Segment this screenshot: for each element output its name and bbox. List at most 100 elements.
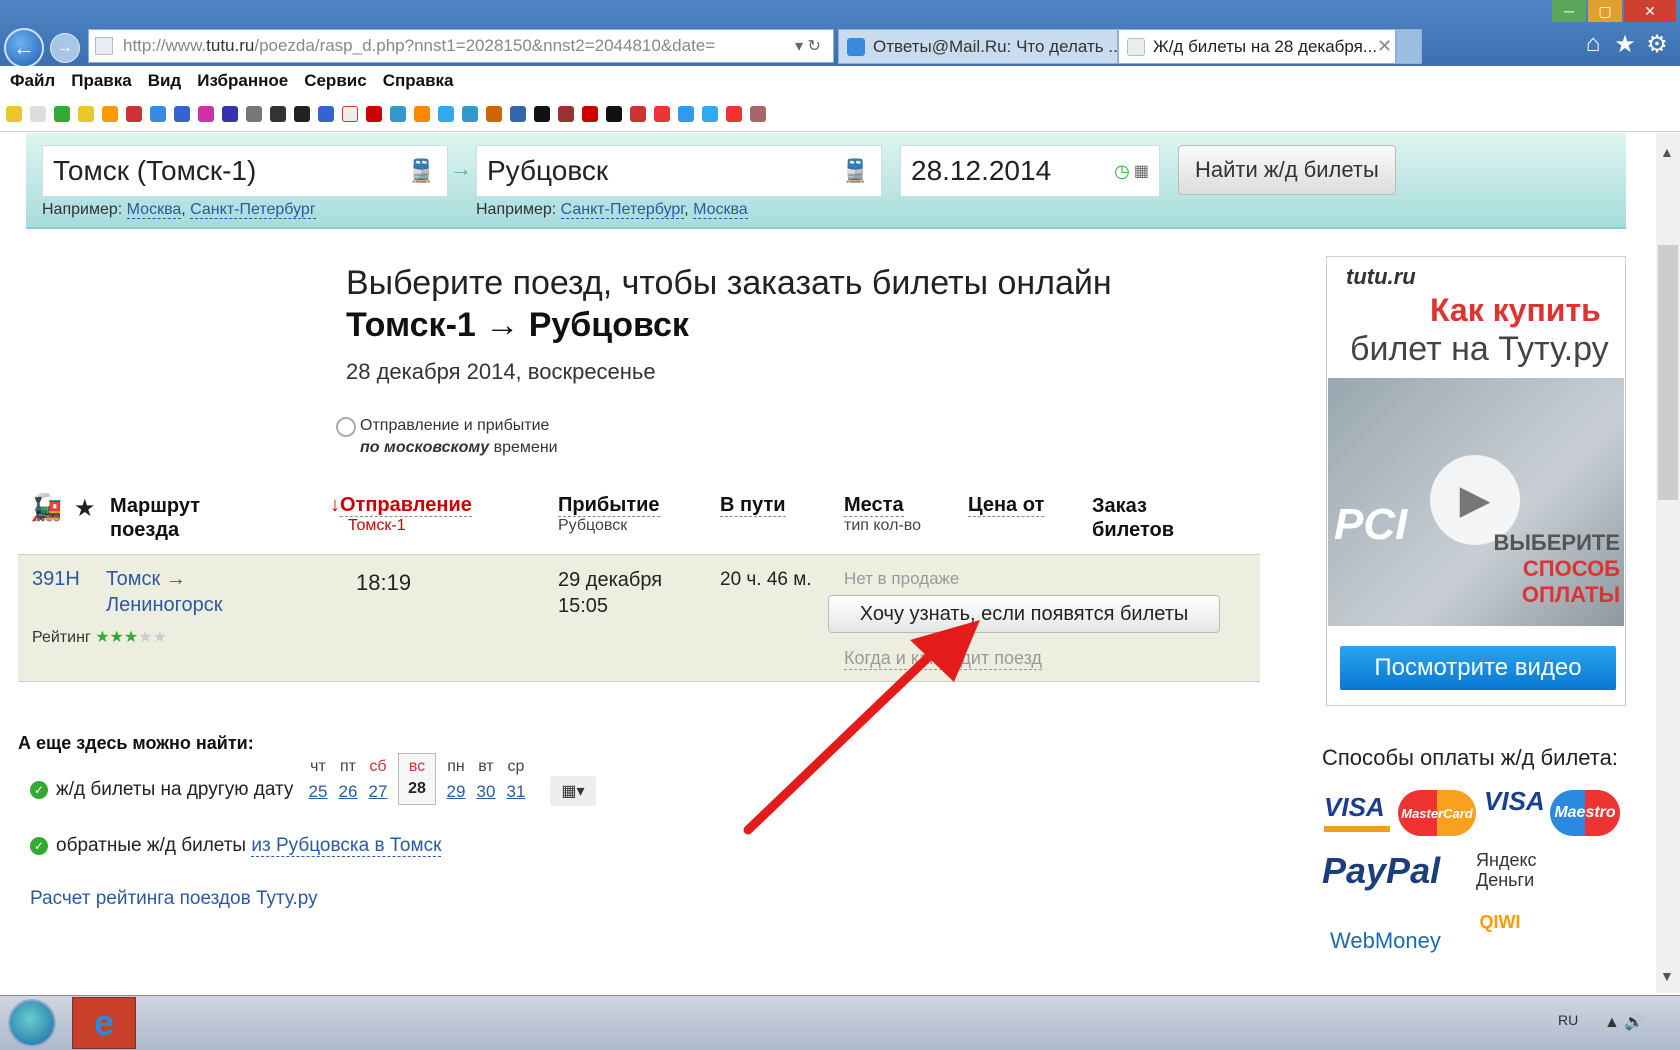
bookmark-icon[interactable]: [174, 105, 190, 122]
bookmark-icon[interactable]: [630, 105, 646, 122]
day-wed[interactable]: ср 31: [502, 758, 530, 802]
calendar-icon[interactable]: ▦: [1134, 161, 1149, 181]
bookmark-icon[interactable]: [150, 105, 166, 122]
bookmark-icon[interactable]: [198, 105, 214, 122]
bookmark-icon[interactable]: [414, 105, 430, 122]
find-tickets-button[interactable]: Найти ж/д билеты: [1178, 145, 1396, 195]
bookmark-icon[interactable]: [726, 105, 742, 122]
gear-icon[interactable]: ⚙: [1642, 30, 1672, 59]
watch-video-button[interactable]: Посмотрите видео: [1340, 646, 1616, 690]
col-seats[interactable]: Места тип кол-во: [844, 494, 921, 535]
bookmark-icon[interactable]: [654, 105, 670, 122]
bookmark-icon[interactable]: [30, 105, 46, 122]
bookmark-icon[interactable]: [54, 105, 70, 122]
ie-taskbar-icon[interactable]: e: [72, 997, 136, 1049]
bookmark-icon[interactable]: [270, 105, 286, 122]
forward-arrow-icon[interactable]: →: [50, 33, 80, 63]
col-departure[interactable]: ↓Отправление Томск-1: [330, 494, 472, 535]
day-fri[interactable]: пт 26: [334, 758, 362, 802]
to-station-input[interactable]: Рубцовск 🚆: [476, 145, 882, 197]
day-sat[interactable]: сб 27: [364, 758, 392, 802]
bookmark-icon[interactable]: [390, 105, 406, 122]
menu-favorites[interactable]: Избранное: [197, 71, 288, 91]
tab-tutu[interactable]: Ж/д билеты на 28 декабря... ✕: [1118, 29, 1396, 64]
col-duration-label: В пути: [720, 494, 786, 517]
bookmark-icon[interactable]: [510, 105, 526, 122]
route-from-link[interactable]: Томск →: [106, 568, 186, 590]
train-number-link[interactable]: 391Н: [32, 568, 80, 591]
bookmark-icon[interactable]: [102, 105, 118, 122]
bookmark-icon[interactable]: [702, 105, 718, 122]
day-number[interactable]: 26: [334, 782, 362, 802]
scrollbar-thumb[interactable]: [1658, 245, 1678, 500]
minimize-icon[interactable]: ─: [1552, 0, 1586, 22]
start-button[interactable]: [8, 999, 56, 1047]
language-indicator[interactable]: RU: [1558, 1012, 1578, 1028]
bookmark-icon[interactable]: [558, 105, 574, 122]
from-station-input[interactable]: Томск (Томск-1) 🚆: [42, 145, 448, 197]
menu-edit[interactable]: Правка: [71, 71, 131, 91]
bookmark-icon[interactable]: [78, 105, 94, 122]
back-arrow-icon[interactable]: ←: [4, 28, 44, 68]
col-arrival[interactable]: Прибытие Рубцовск: [558, 494, 660, 535]
more-section-title: А еще здесь можно найти:: [18, 733, 254, 753]
col-price[interactable]: Цена от: [968, 494, 1045, 517]
scroll-down-icon[interactable]: ▼: [1660, 968, 1674, 984]
clock-icon[interactable]: ◷: [1114, 161, 1130, 182]
maximize-icon[interactable]: ▢: [1588, 0, 1622, 22]
favorites-star-icon[interactable]: ★: [1610, 30, 1640, 59]
refresh-icon[interactable]: ▾ ↻: [783, 36, 833, 56]
bookmark-icon[interactable]: [222, 105, 238, 122]
bookmark-icon[interactable]: [462, 105, 478, 122]
day-number[interactable]: 25: [304, 782, 332, 802]
bookmark-icon[interactable]: [606, 105, 622, 122]
new-tab-button[interactable]: [1396, 29, 1422, 64]
to-hints: Например: Санкт-Петербург, Москва: [476, 201, 748, 219]
menu-view[interactable]: Вид: [148, 71, 182, 91]
ad-choose-1: ВЫБЕРИТЕ: [1493, 530, 1620, 555]
col-duration[interactable]: В пути: [720, 494, 786, 517]
bookmark-icon[interactable]: [318, 105, 334, 122]
day-number[interactable]: 27: [364, 782, 392, 802]
day-tue[interactable]: вт 30: [472, 758, 500, 802]
day-number[interactable]: 29: [442, 782, 470, 802]
home-icon[interactable]: ⌂: [1578, 30, 1608, 58]
hint-link-moscow[interactable]: Москва: [126, 201, 182, 219]
volume-icon[interactable]: ▲ 🔊: [1604, 1012, 1644, 1032]
bookmark-icon[interactable]: [486, 105, 502, 122]
close-window-icon[interactable]: ✕: [1624, 0, 1676, 22]
hint-link-spb[interactable]: Санкт-Петербург: [560, 201, 685, 219]
bookmark-icon[interactable]: [294, 105, 310, 122]
rating-calc-link[interactable]: Расчет рейтинга поездов Туту.ру: [30, 888, 318, 910]
day-thu[interactable]: чт 25: [304, 758, 332, 802]
bookmark-icon[interactable]: [126, 105, 142, 122]
address-bar[interactable]: http://www.tutu.ru/poezda/rasp_d.php?nns…: [88, 29, 834, 63]
scroll-up-icon[interactable]: ▲: [1660, 144, 1674, 160]
bookmark-icon[interactable]: [534, 105, 550, 122]
bookmark-icon[interactable]: [246, 105, 262, 122]
bookmark-icon[interactable]: [582, 105, 598, 122]
return-link[interactable]: из Рубцовска в Томск: [251, 835, 442, 857]
day-number[interactable]: 31: [502, 782, 530, 802]
col-seats-label: Места: [844, 494, 904, 517]
bookmark-icon[interactable]: [342, 105, 358, 122]
hint-link-spb[interactable]: Санкт-Петербург: [190, 201, 316, 219]
favorites-bar: [0, 96, 1680, 132]
menu-file[interactable]: Файл: [10, 71, 55, 91]
hint-link-moscow[interactable]: Москва: [693, 201, 748, 219]
menu-tools[interactable]: Сервис: [304, 71, 366, 91]
bookmark-icon[interactable]: [678, 105, 694, 122]
day-number[interactable]: 30: [472, 782, 500, 802]
calendar-dropdown-icon[interactable]: ▦▾: [550, 776, 596, 806]
favorites-star-icon[interactable]: [6, 105, 22, 122]
tab-mail-answers[interactable]: Ответы@Mail.Ru: Что делать ...: [838, 29, 1118, 64]
date-input[interactable]: 28.12.2014 ◷ ▦: [900, 145, 1160, 197]
day-weekday: вс: [408, 758, 426, 775]
bookmark-icon[interactable]: [438, 105, 454, 122]
bookmark-icon[interactable]: [750, 105, 766, 122]
menu-help[interactable]: Справка: [383, 71, 454, 91]
bookmark-icon[interactable]: [366, 105, 382, 122]
close-tab-icon[interactable]: ✕: [1377, 36, 1392, 57]
day-mon[interactable]: пн 29: [442, 758, 470, 802]
route-to-link[interactable]: Лениногорск: [106, 594, 222, 616]
